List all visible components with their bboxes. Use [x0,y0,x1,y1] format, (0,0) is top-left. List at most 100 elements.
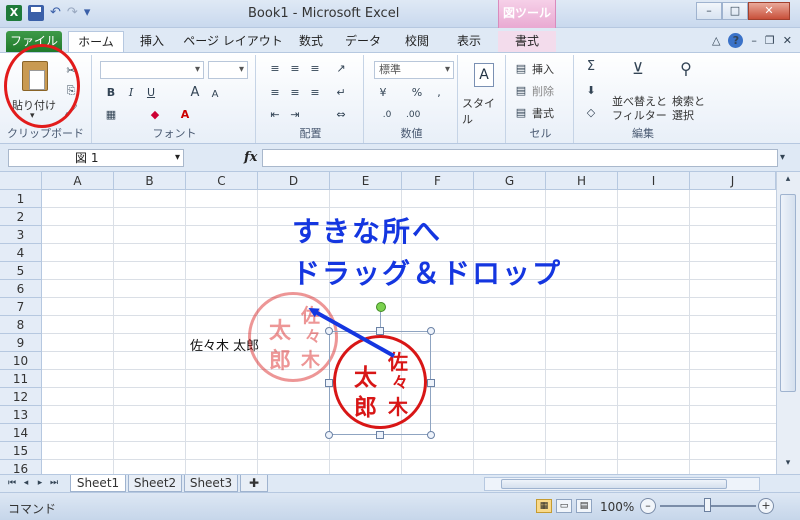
font-name-combo[interactable] [100,61,204,79]
page-break-view-icon[interactable]: ▤ [576,499,592,513]
align-middle-icon[interactable]: ≡ [288,63,302,75]
horizontal-scroll-thumb[interactable] [501,479,727,489]
doc-close-button[interactable]: ✕ [783,34,792,47]
fill-color-icon[interactable]: ◆ [148,109,162,121]
find-select-label-2[interactable]: 選択 [672,107,694,123]
grow-font-button[interactable]: A [188,86,202,99]
merge-center-icon[interactable]: ⇔ [334,109,348,121]
worksheet-grid[interactable]: A B C D E F G H I J 1 2 3 4 5 6 7 8 9 10… [0,172,776,474]
normal-view-icon[interactable]: ▦ [536,499,552,513]
align-top-icon[interactable]: ≡ [268,63,282,75]
delete-cells-button[interactable]: 削除 [532,83,554,99]
autosum-button[interactable]: Σ [584,60,598,73]
scroll-down-icon[interactable]: ▾ [780,458,796,472]
zoom-out-button[interactable]: – [640,498,656,514]
sort-filter-icon[interactable]: ⊻ [628,61,648,85]
excel-app-icon[interactable]: X [6,5,22,21]
save-icon[interactable] [28,5,44,21]
group-label-number: 数値 [400,127,423,140]
sort-filter-label-2[interactable]: フィルター [612,107,667,123]
redo-icon[interactable]: ↷ [67,5,78,21]
wrap-text-icon[interactable]: ↵ [334,87,348,99]
insert-cells-button[interactable]: 挿入 [532,61,554,77]
close-button[interactable]: ✕ [748,2,790,20]
page-layout-view-icon[interactable]: ▭ [556,499,572,513]
sheet-tab-sheet1[interactable]: Sheet1 [70,475,126,492]
doc-minimize-button[interactable]: – [751,34,757,47]
font-size-combo[interactable] [208,61,248,79]
comma-button[interactable]: , [432,87,446,99]
sheet-tab-sheet2[interactable]: Sheet2 [128,475,182,492]
title-bar: X ↶ ↷ ▾ Book1 - Microsoft Excel 図ツール – □… [0,0,800,28]
zoom-level[interactable]: 100% [600,500,634,514]
bold-button[interactable]: B [104,87,118,99]
tab-insert[interactable]: 挿入 [130,31,174,52]
group-font: B I U A A ▦ ◆ A フォント [94,55,256,143]
drag-arrow-overlay [308,308,395,358]
align-bottom-icon[interactable]: ≡ [308,63,322,75]
underline-button[interactable]: U [144,87,158,99]
customize-qat-icon[interactable]: ▾ [84,5,91,21]
next-sheet-icon[interactable]: ▸ [34,477,46,490]
group-styles: A スタイル [460,55,506,143]
picture-tools-context-header: 図ツール [498,0,556,28]
tab-formulas[interactable]: 数式 [290,31,332,52]
help-icon[interactable]: ? [728,33,744,48]
fill-icon[interactable]: ⬇ [584,85,598,97]
zoom-slider-thumb[interactable] [704,498,711,512]
tab-home[interactable]: ホーム [68,31,124,52]
name-box[interactable]: 図 1 [8,149,184,167]
tab-page-layout[interactable]: ページ レイアウト [180,31,286,52]
align-right-icon[interactable]: ≡ [308,87,322,99]
minimize-ribbon-icon[interactable]: △ [712,34,720,47]
tab-data[interactable]: データ [340,31,386,52]
borders-icon[interactable]: ▦ [104,109,118,121]
styles-button[interactable]: スタイル [462,95,505,127]
clear-icon[interactable]: ◇ [584,107,598,119]
minimize-button[interactable]: – [696,2,722,20]
increase-decimal-icon[interactable]: .0 [380,109,394,121]
horizontal-scrollbar[interactable] [484,477,760,491]
prev-sheet-icon[interactable]: ◂ [20,477,32,490]
insert-function-button[interactable]: fx [244,150,257,165]
increase-indent-icon[interactable]: ⇥ [288,109,302,121]
format-cells-button[interactable]: 書式 [532,105,554,121]
decrease-decimal-icon[interactable]: .00 [406,109,420,121]
paste-highlight-circle [4,44,80,128]
insert-sheet-icon[interactable]: ✚ [240,475,268,492]
styles-icon[interactable]: A [474,63,494,87]
vertical-scroll-thumb[interactable] [780,194,796,392]
expand-formula-icon[interactable]: ▾ [780,152,785,163]
font-color-icon[interactable]: A [178,109,192,121]
insert-cells-icon: ▤ [515,62,527,75]
orientation-icon[interactable]: ↗ [334,63,348,75]
format-cells-icon: ▤ [515,106,527,119]
italic-button[interactable]: I [124,87,138,99]
number-format-combo[interactable]: 標準 [374,61,454,79]
maximize-button[interactable]: □ [722,2,748,20]
align-left-icon[interactable]: ≡ [268,87,282,99]
align-center-icon[interactable]: ≡ [288,87,302,99]
first-sheet-icon[interactable]: ⏮ [6,477,18,490]
undo-icon[interactable]: ↶ [50,5,61,21]
doc-restore-button[interactable]: ❐ [765,34,775,47]
percent-button[interactable]: % [410,87,424,99]
shrink-font-button[interactable]: A [208,89,222,101]
vertical-scrollbar[interactable]: ▴ ▾ [776,172,800,474]
window-title: Book1 - Microsoft Excel [248,6,400,21]
scroll-up-icon[interactable]: ▴ [780,174,796,188]
formula-input[interactable] [262,149,778,167]
find-binoculars-icon[interactable]: ⚲ [676,61,696,85]
sheet-tab-sheet3[interactable]: Sheet3 [184,475,238,492]
status-mode: コマンド [8,502,57,516]
tab-format[interactable]: 書式 [498,31,556,52]
formula-bar: 図 1 fx ▾ [0,144,800,172]
group-label-editing: 編集 [632,127,654,140]
ribbon: 貼り付け ▾ ✂ ⎘ 🖌 クリップボード B I U A A ▦ ◆ A フォン… [0,52,800,144]
decrease-indent-icon[interactable]: ⇤ [268,109,282,121]
currency-icon[interactable]: ¥ [376,87,390,99]
tab-review[interactable]: 校閲 [396,31,438,52]
tab-view[interactable]: 表示 [448,31,490,52]
zoom-in-button[interactable]: + [758,498,774,514]
last-sheet-icon[interactable]: ⏭ [48,477,60,490]
